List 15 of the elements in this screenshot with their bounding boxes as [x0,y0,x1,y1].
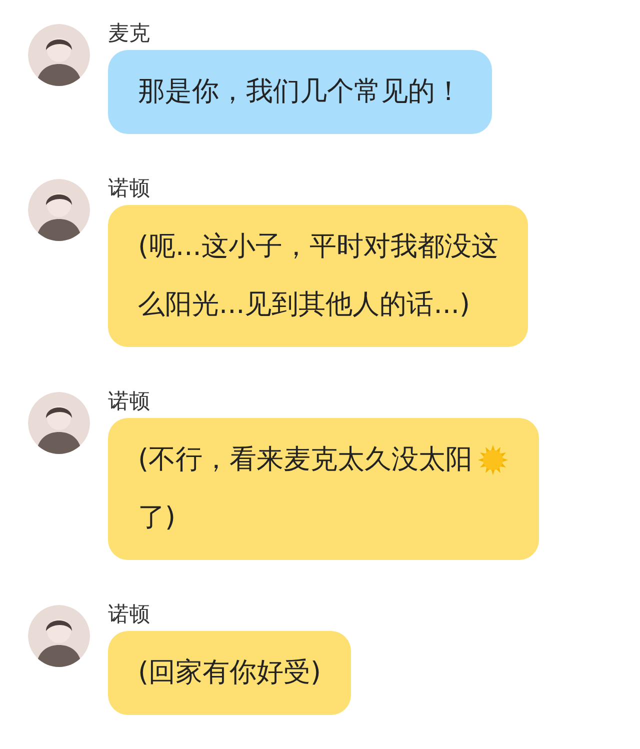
message-text: 了) [138,501,176,535]
message-text: (呃...这小子，平时对我都没这 [138,230,498,264]
sun-icon [476,444,509,476]
sender-name: 麦克 [108,20,150,46]
sender-name: 诺顿 [108,388,150,414]
avatar [28,179,90,241]
message-text: 么阳光...见到其他人的话...) [138,288,470,322]
message-text: 那是你，我们几个常见的！ [138,75,462,109]
avatar [28,24,90,86]
avatar [28,605,90,667]
avatar [28,392,90,454]
message-text: (回家有你好受) [138,656,322,690]
message-text: (不行，看来麦克太久没太阳 [138,443,473,477]
sender-name: 诺顿 [108,601,150,627]
sender-name: 诺顿 [108,175,150,201]
